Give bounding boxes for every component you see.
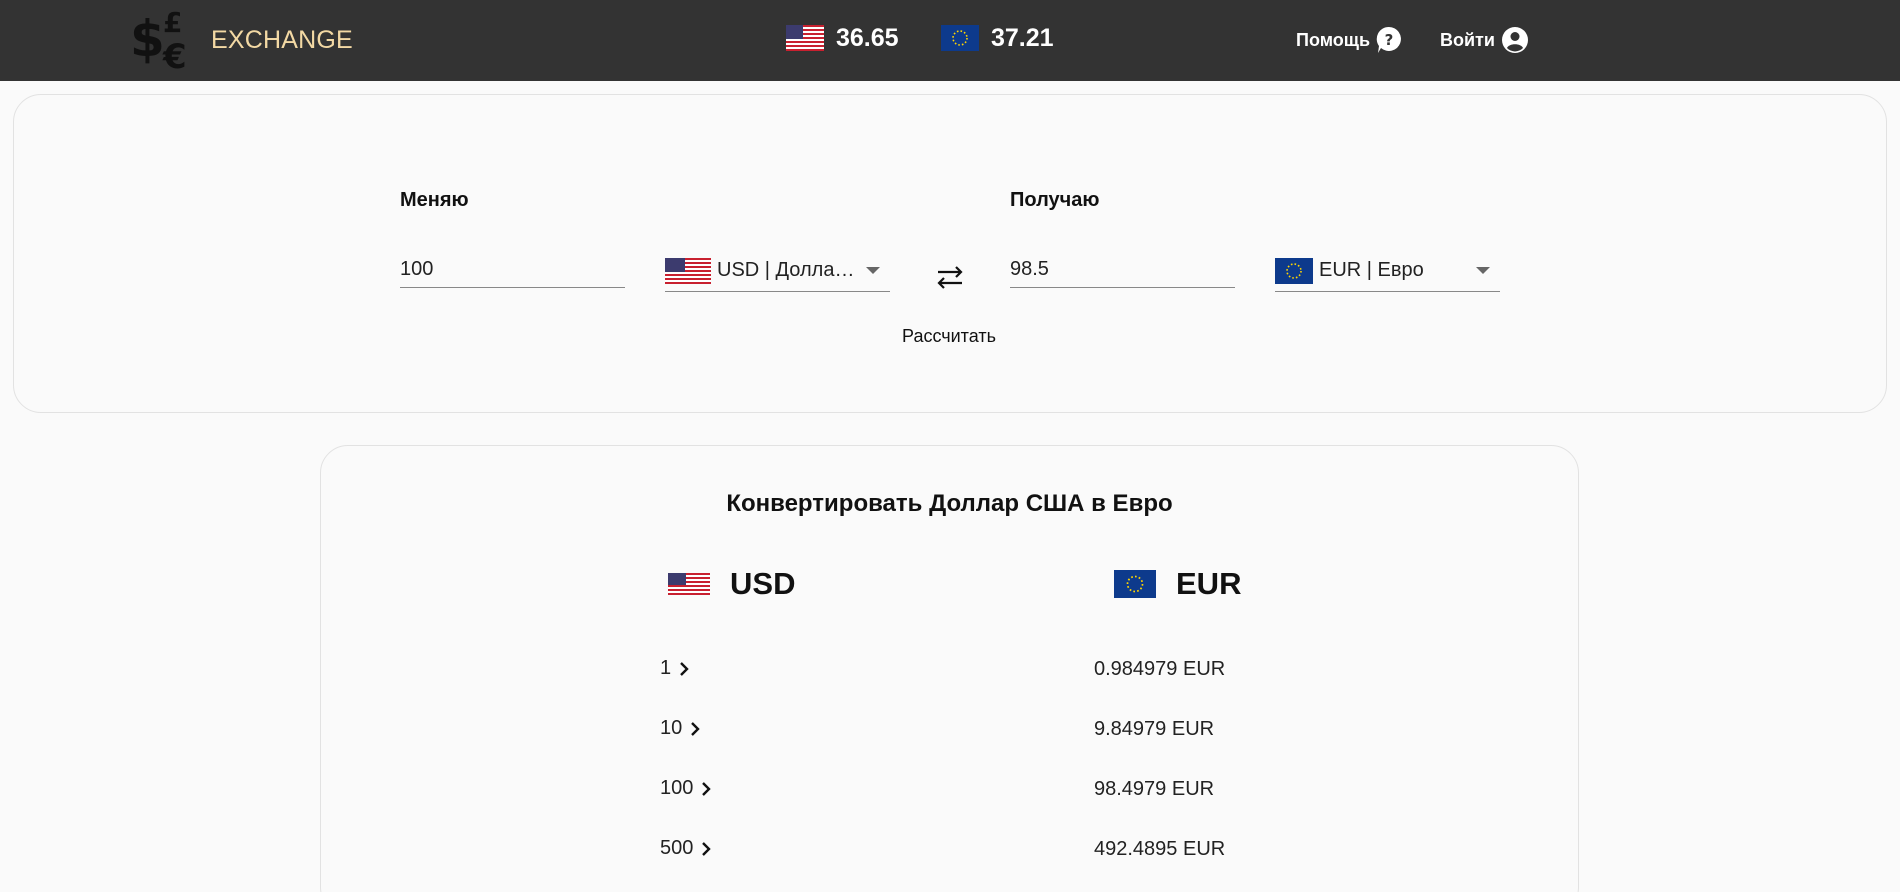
to-currency-text: EUR | Евро: [1319, 259, 1424, 281]
amount-value: 500: [660, 837, 694, 859]
table-row-amount[interactable]: 500: [660, 837, 712, 860]
amount-value: 1: [660, 657, 672, 679]
us-flag-icon: [665, 257, 711, 284]
currency-logo-icon[interactable]: $ £ €: [130, 6, 194, 72]
svg-text:€: €: [162, 37, 187, 72]
chevron-right-icon: [702, 781, 712, 796]
table-row-result: 98.4979 EUR: [1094, 778, 1215, 800]
chevron-right-icon: [680, 661, 689, 676]
user-icon: [1501, 27, 1528, 53]
top-header: $ £ € EXCHANGE 36.65 37.21 Помощь ? Войт…: [0, 0, 1900, 81]
help-icon: ?: [1376, 26, 1401, 53]
swap-arrows-icon[interactable]: [935, 262, 965, 292]
rate-usd: 36.65: [786, 20, 899, 56]
amount-value: 10: [660, 717, 683, 739]
to-amount-input[interactable]: [1010, 252, 1235, 288]
table-row-result: 9.84979 EUR: [1094, 718, 1215, 740]
usd-code: USD: [730, 566, 796, 601]
from-currency-text: USD | Доллар США: [717, 259, 865, 281]
table-row-result: 0.984979 EUR: [1094, 658, 1226, 680]
to-currency-select[interactable]: EUR | Евро: [1275, 250, 1500, 292]
svg-text:£: £: [163, 6, 182, 39]
chevron-down-icon: [1476, 267, 1490, 274]
help-label: Помощь: [1296, 29, 1371, 50]
from-amount-input[interactable]: [400, 252, 625, 288]
eu-flag-icon: [941, 25, 979, 51]
to-label: Получаю: [1010, 189, 1100, 211]
chevron-right-icon: [691, 721, 700, 736]
calculate-button[interactable]: Рассчитать: [889, 322, 1009, 350]
table-row-amount[interactable]: 10: [660, 717, 700, 740]
chevron-right-icon: [702, 841, 712, 856]
login-link[interactable]: Войти: [1440, 26, 1529, 54]
chevron-down-icon: [866, 267, 880, 274]
help-link[interactable]: Помощь ?: [1296, 26, 1402, 54]
column-header-usd: USD: [668, 566, 795, 602]
us-flag-icon: [668, 573, 710, 595]
table-row-result: 492.4895 EUR: [1094, 838, 1226, 860]
column-header-eur: EUR: [1114, 566, 1241, 602]
from-currency-select[interactable]: USD | Доллар США: [665, 250, 890, 292]
eur-code: EUR: [1176, 566, 1242, 601]
eu-flag-icon: [1275, 257, 1313, 284]
amount-value: 100: [660, 777, 694, 799]
rate-usd-value: 36.65: [836, 23, 899, 52]
rate-eur: 37.21: [941, 20, 1054, 56]
rate-eur-value: 37.21: [991, 23, 1054, 52]
svg-text:$: $: [130, 10, 165, 68]
table-row-amount[interactable]: 1: [660, 657, 689, 680]
svg-text:?: ?: [1385, 31, 1394, 49]
us-flag-icon: [786, 25, 824, 51]
from-label: Меняю: [400, 189, 469, 211]
eu-flag-icon: [1114, 570, 1156, 598]
brand-name[interactable]: EXCHANGE: [211, 26, 353, 55]
table-title: Конвертировать Доллар США в Евро: [726, 490, 1173, 517]
conversion-table-card: Конвертировать Доллар США в Евро USD EUR…: [320, 445, 1579, 892]
converter-card: [13, 94, 1887, 413]
login-label: Войти: [1440, 29, 1495, 50]
table-row-amount[interactable]: 100: [660, 777, 712, 800]
